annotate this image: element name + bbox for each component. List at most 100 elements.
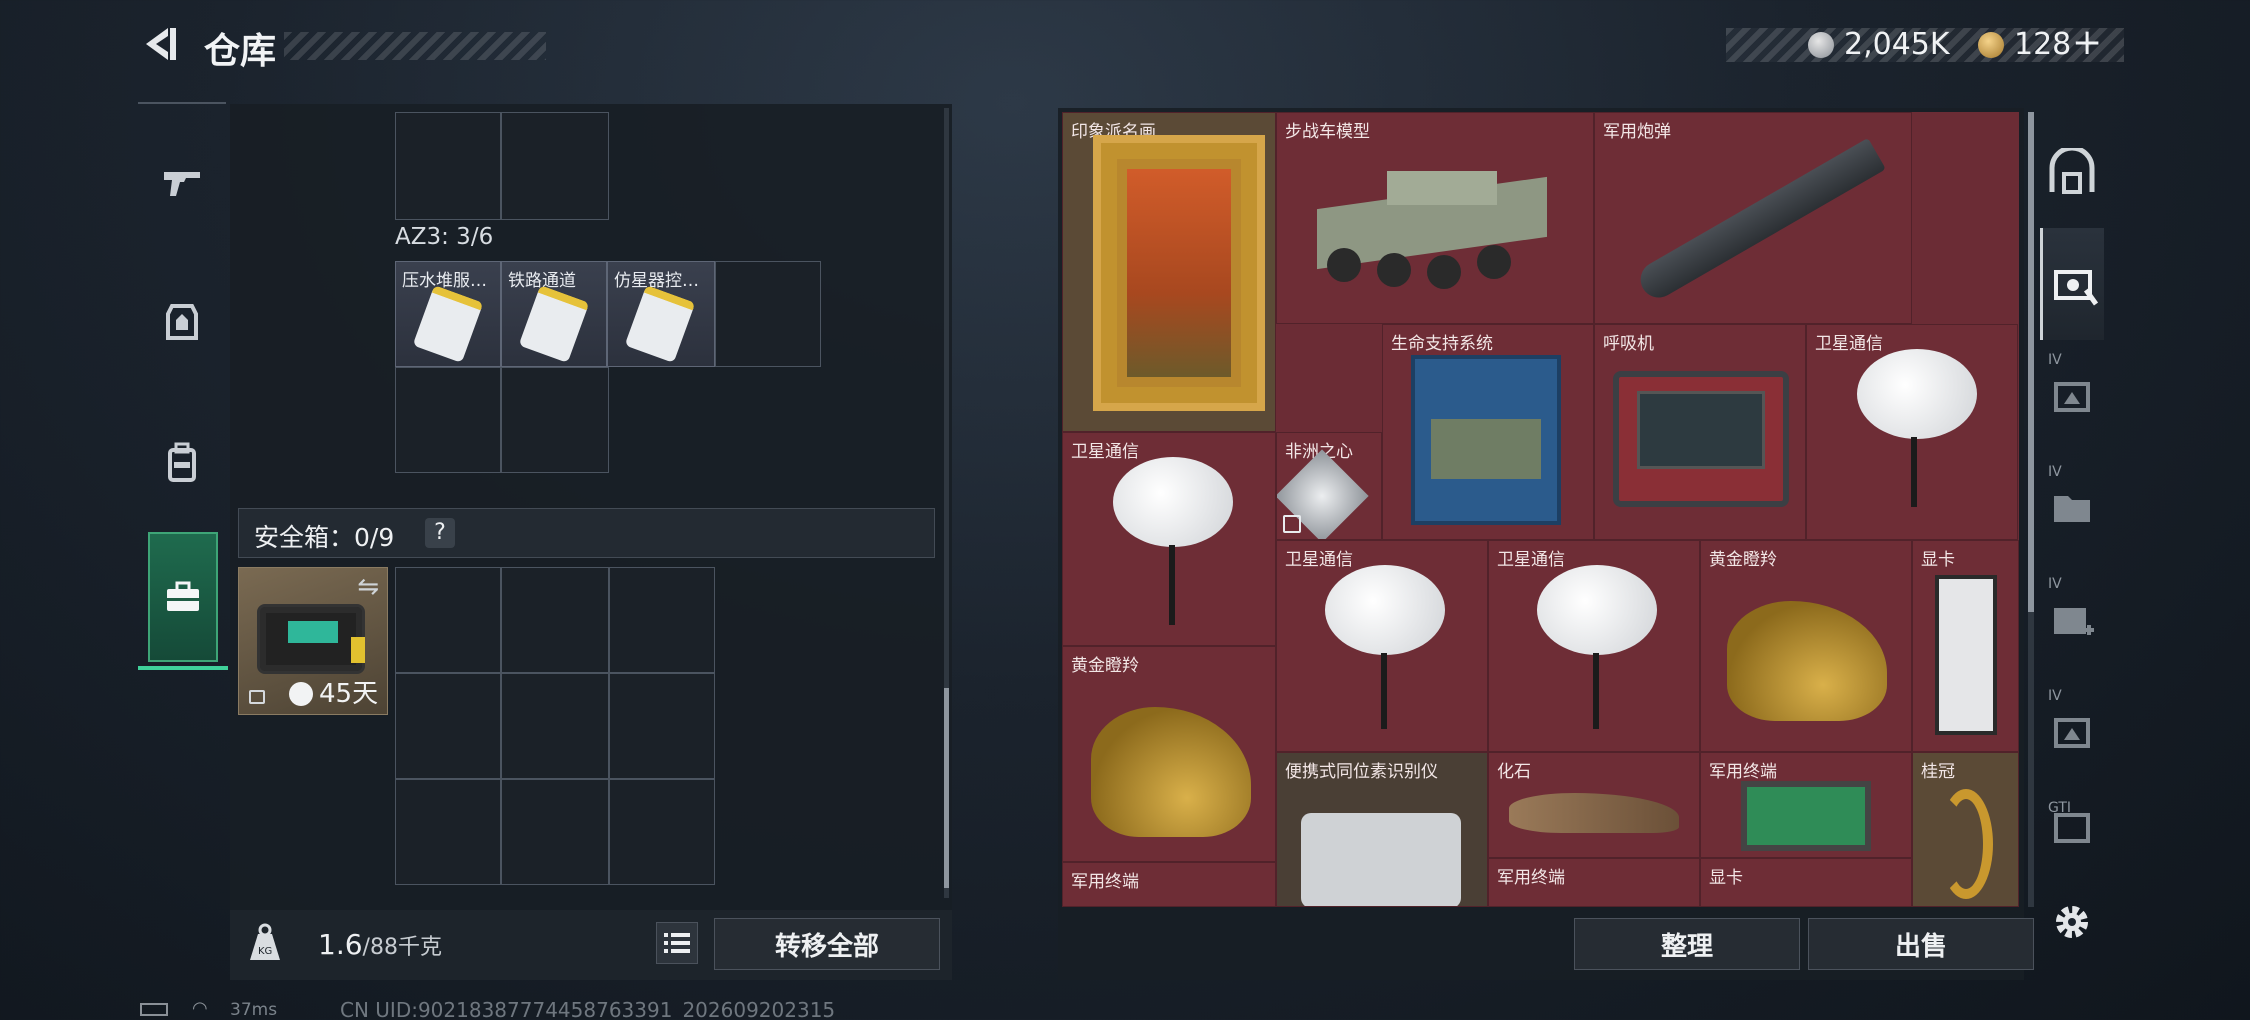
currency2-value: 128 <box>2014 27 2072 62</box>
safebox-cell[interactable] <box>395 567 501 673</box>
tab-safebox[interactable] <box>138 532 228 670</box>
stash-item-ventilator[interactable]: 呼吸机 <box>1594 324 1806 540</box>
stash-item-military-terminal[interactable]: 军用终端 <box>1700 752 1912 858</box>
tab-stash-valuables[interactable] <box>2040 228 2104 340</box>
grid-cell[interactable] <box>715 261 821 367</box>
grid-cell[interactable] <box>395 367 501 473</box>
add-currency-button[interactable]: + <box>2072 22 2102 63</box>
safebox-cell[interactable] <box>609 673 715 779</box>
satellite-dish-icon <box>1857 349 1977 439</box>
stash-item-gold-gazelle[interactable]: 黄金瞪羚 <box>1062 646 1276 862</box>
container-scrollbar[interactable] <box>944 108 949 898</box>
tab-backpack[interactable] <box>138 392 226 532</box>
satellite-dish-icon <box>1537 565 1657 655</box>
stash-item-military-terminal[interactable]: 军用终端 <box>1062 862 1276 907</box>
stash-tab-icon <box>2054 718 2090 748</box>
stash-scrollbar[interactable] <box>2028 112 2034 907</box>
grid-cell[interactable] <box>501 112 609 220</box>
transfer-all-button[interactable]: 转移全部 <box>714 918 940 970</box>
gear-icon <box>2056 906 2088 938</box>
stash-item-isotope-identifier[interactable]: 便携式同位素识别仪 <box>1276 752 1488 907</box>
stash-item-fossil[interactable]: 化石 <box>1488 752 1700 858</box>
warehouse-icon <box>2049 148 2095 194</box>
gun-icon <box>164 172 200 196</box>
safebox-help-button[interactable]: ? <box>425 518 455 548</box>
currency1-value: 2,045K <box>1844 27 1950 62</box>
list-view-button[interactable] <box>656 922 698 964</box>
tripod-icon <box>1911 437 1917 507</box>
tab-armor[interactable] <box>138 252 226 392</box>
stash-item-satellite[interactable]: 卫星通信 <box>1062 432 1276 646</box>
item-label: 仿星器控… <box>614 271 699 291</box>
medkit-icon <box>2054 608 2094 635</box>
grid-cell[interactable] <box>501 367 609 473</box>
missile-icon <box>1634 137 1886 305</box>
back-button[interactable] <box>138 22 182 66</box>
satellite-dish-icon <box>1325 565 1445 655</box>
container-item[interactable]: 铁路通道 <box>501 261 607 367</box>
stash-item-satellite[interactable]: 卫星通信 <box>1806 324 2018 540</box>
stash-item-military-shell[interactable]: 军用炮弹 <box>1594 112 1912 324</box>
az3-label: AZ3: 3/6 <box>395 224 494 250</box>
weight-display: 1.6/88千克 <box>318 928 442 961</box>
satellite-dish-icon <box>1113 457 1233 547</box>
stash-item-ifv-model[interactable]: 步战车模型 <box>1276 112 1594 324</box>
stash-tab-icon <box>2054 382 2090 412</box>
silver-coin-icon <box>1808 32 1834 58</box>
safebox-slot[interactable]: ⇋ 45天 <box>238 567 388 715</box>
safebox-cell[interactable] <box>501 567 609 673</box>
settings-button[interactable] <box>2052 902 2092 942</box>
safebox-cell[interactable] <box>501 673 609 779</box>
weight-current: 1.6 <box>318 928 363 961</box>
list-icon <box>664 933 690 953</box>
isotope-device-icon <box>1301 813 1461 906</box>
backpack-icon <box>168 442 196 482</box>
tab-stash-2[interactable]: IV <box>2040 340 2104 452</box>
wifi-icon: ◠ <box>192 998 208 1019</box>
gpu-icon <box>1935 575 1997 735</box>
gazelle-icon <box>1091 707 1251 837</box>
weight-max: /88千克 <box>362 935 442 960</box>
laurel-icon <box>1939 789 1993 899</box>
safebox-title: 安全箱：0/9 <box>254 523 395 552</box>
tab-stash-5[interactable]: IV <box>2040 676 2104 788</box>
stash-item-gpu[interactable]: 显卡 <box>1700 858 1912 907</box>
ventilator-icon <box>1613 371 1789 507</box>
stash-item-satellite[interactable]: 卫星通信 <box>1488 540 1700 752</box>
container-item[interactable]: 压水堆服… <box>395 261 501 367</box>
folder-icon <box>2054 496 2090 522</box>
tab-stash-3[interactable]: IV <box>2040 452 2104 564</box>
stash-item-painting[interactable]: 印象派名画 <box>1062 112 1276 432</box>
safebox-cell[interactable] <box>609 779 715 885</box>
weight-icon: KG <box>248 922 282 962</box>
container-item[interactable]: 仿星器控… <box>607 261 715 367</box>
swap-icon[interactable]: ⇋ <box>357 572 379 602</box>
safebox-count: 0/9 <box>354 523 395 552</box>
painting-icon <box>1093 135 1265 411</box>
terminal-icon <box>1741 781 1871 851</box>
safebox-cell[interactable] <box>395 673 501 779</box>
uid-text: CN UID:90218387774458763391_202609202315 <box>340 998 836 1020</box>
stash-item-heart-of-africa[interactable]: 非洲之心 <box>1276 432 1382 540</box>
stash-item-life-support[interactable]: 生命支持系统 <box>1382 324 1594 540</box>
tab-weapon[interactable] <box>138 112 226 252</box>
grid-cell[interactable] <box>395 112 501 220</box>
safebox-cell[interactable] <box>395 779 501 885</box>
tab-stash-6[interactable]: GTI <box>2040 788 2104 858</box>
tab-stash-home[interactable] <box>2040 116 2104 228</box>
item-label: 压水堆服… <box>402 271 487 291</box>
stash-item-satellite[interactable]: 卫星通信 <box>1276 540 1488 752</box>
armor-icon <box>166 304 198 340</box>
sort-button[interactable]: 整理 <box>1574 918 1800 970</box>
safebox-cell[interactable] <box>609 567 715 673</box>
fossil-icon <box>1509 793 1679 833</box>
stash-item-gold-gazelle[interactable]: 黄金瞪羚 <box>1700 540 1912 752</box>
tab-stash-4[interactable]: IV <box>2040 564 2104 676</box>
toolbox-icon <box>167 581 199 611</box>
stash-item-military-terminal[interactable]: 军用终端 <box>1488 858 1700 907</box>
stash-item-gpu[interactable]: 显卡 <box>1912 540 2019 752</box>
sell-button[interactable]: 出售 <box>1808 918 2034 970</box>
safebox-cell[interactable] <box>501 779 609 885</box>
stash-item-laurel[interactable]: 桂冠 <box>1912 752 2019 907</box>
lock-icon <box>249 690 265 704</box>
